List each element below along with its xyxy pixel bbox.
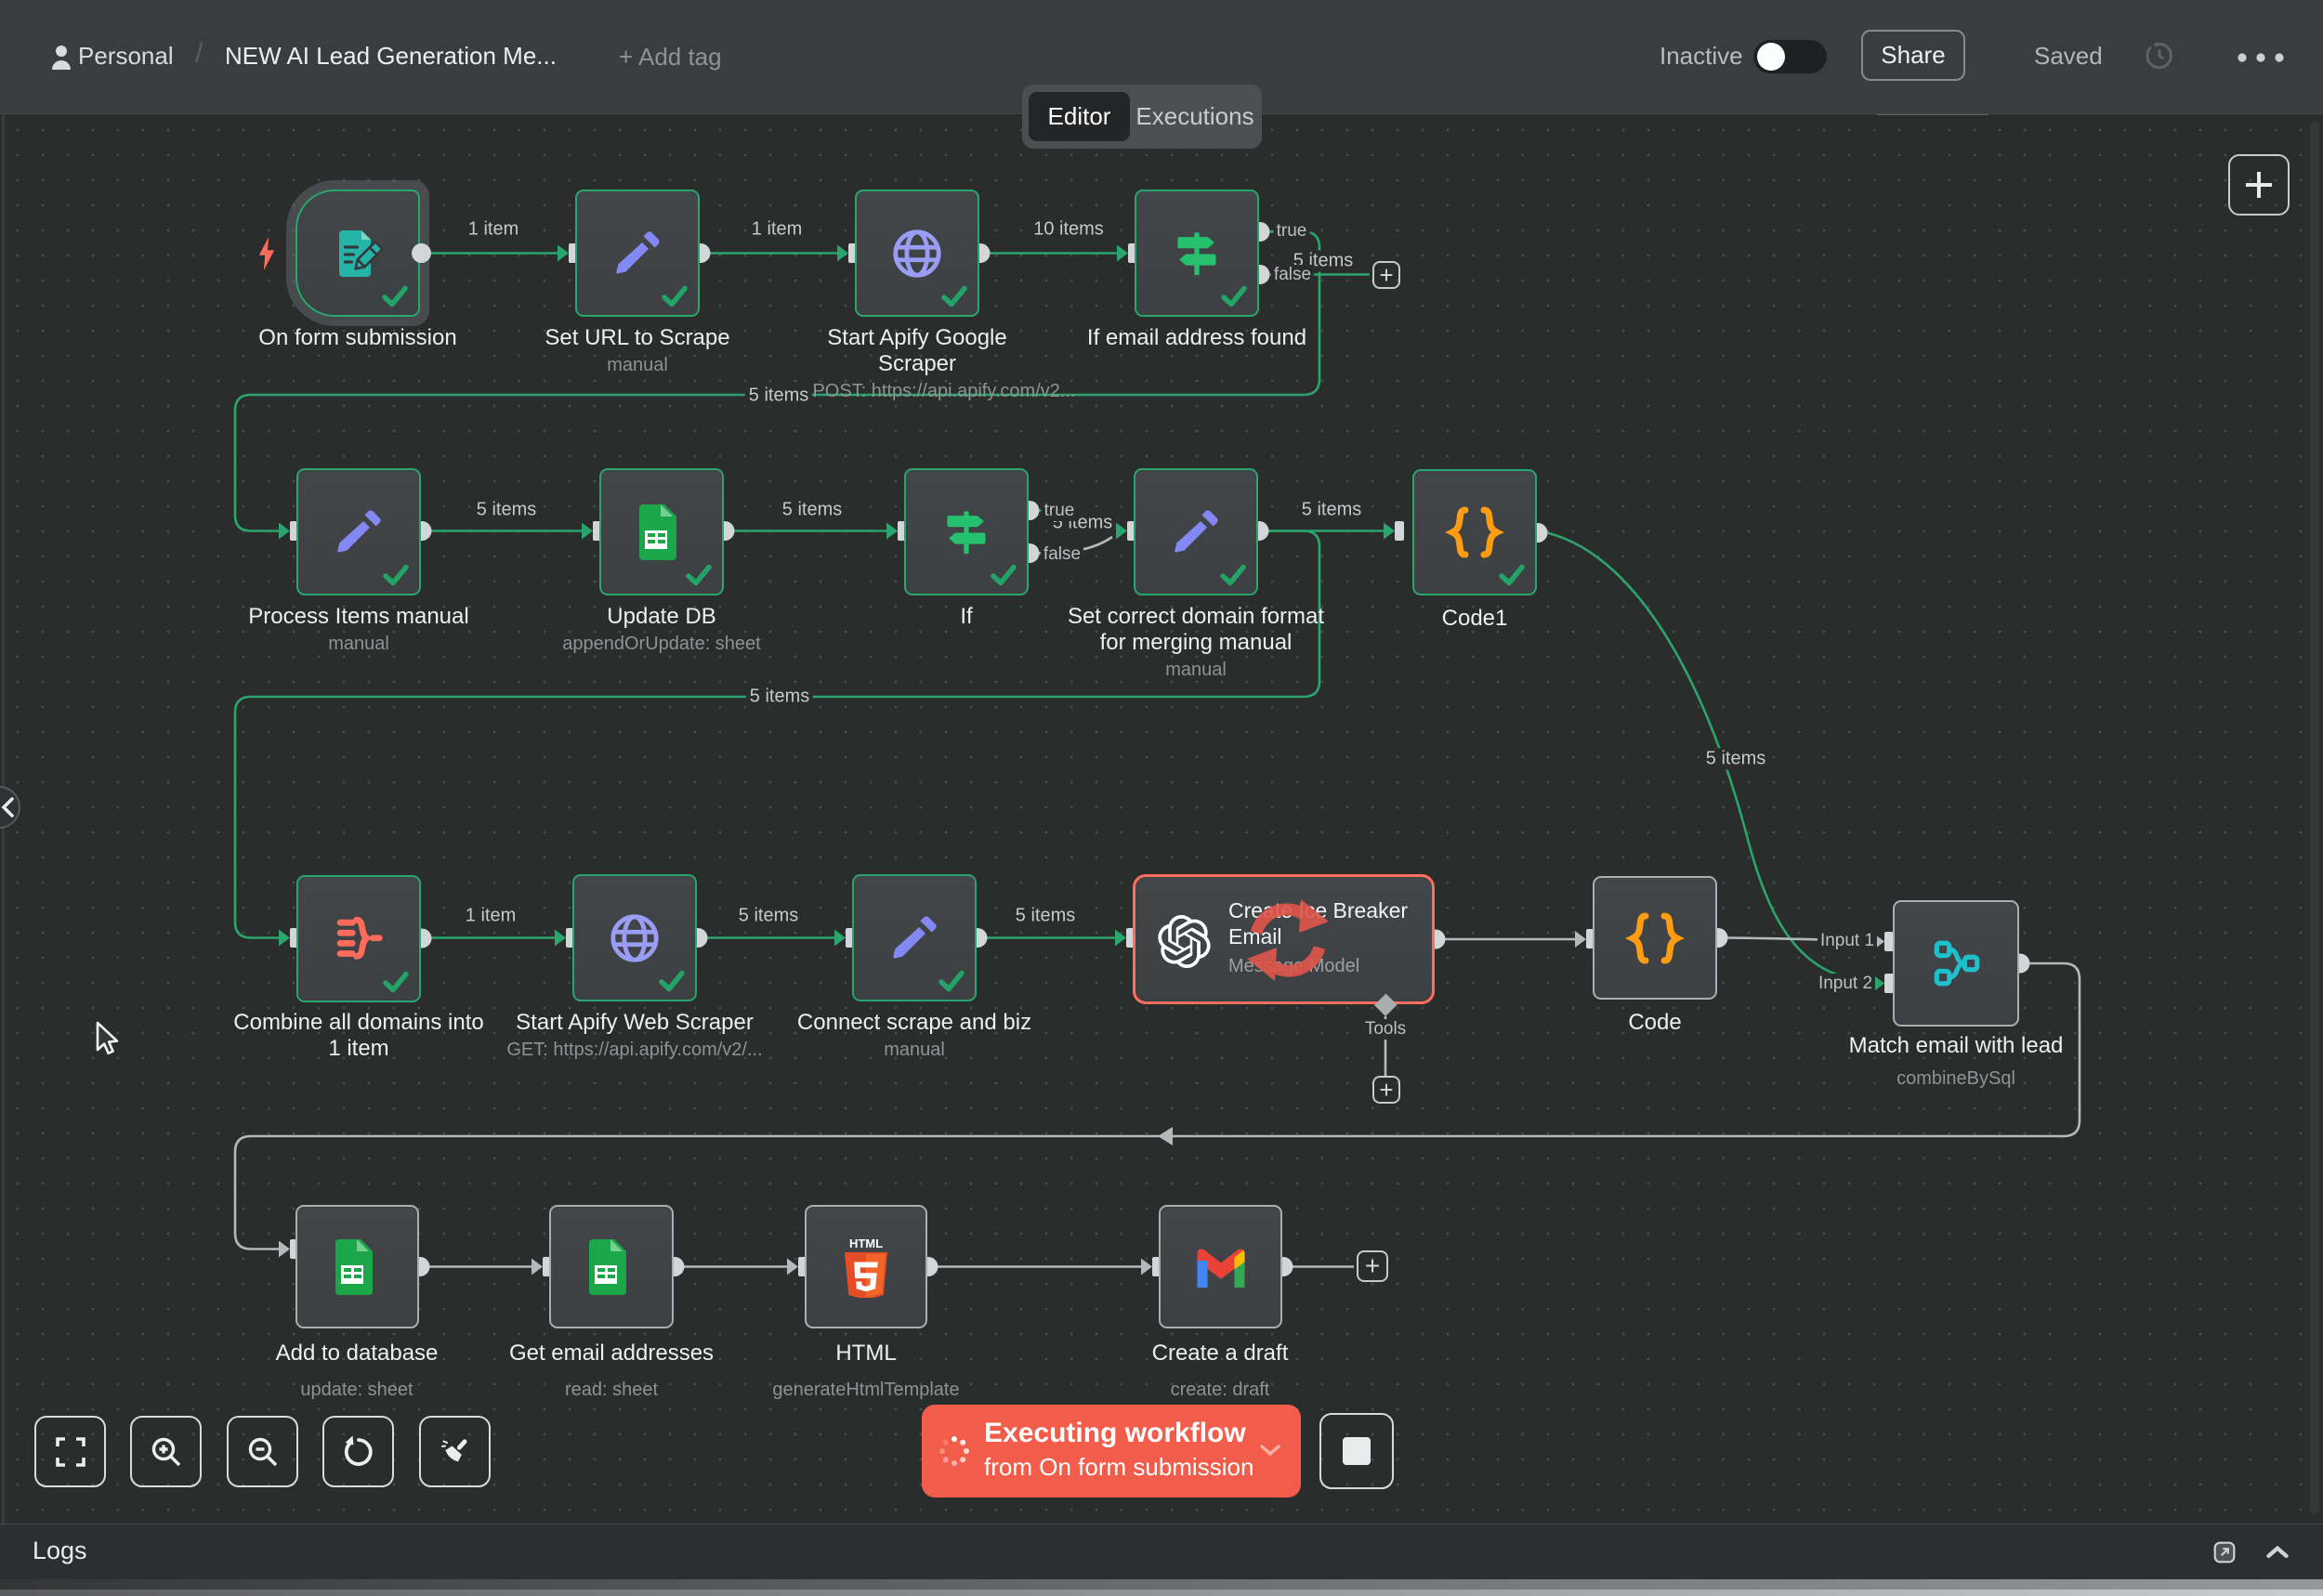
- svg-text:HTML: HTML: [849, 1236, 883, 1250]
